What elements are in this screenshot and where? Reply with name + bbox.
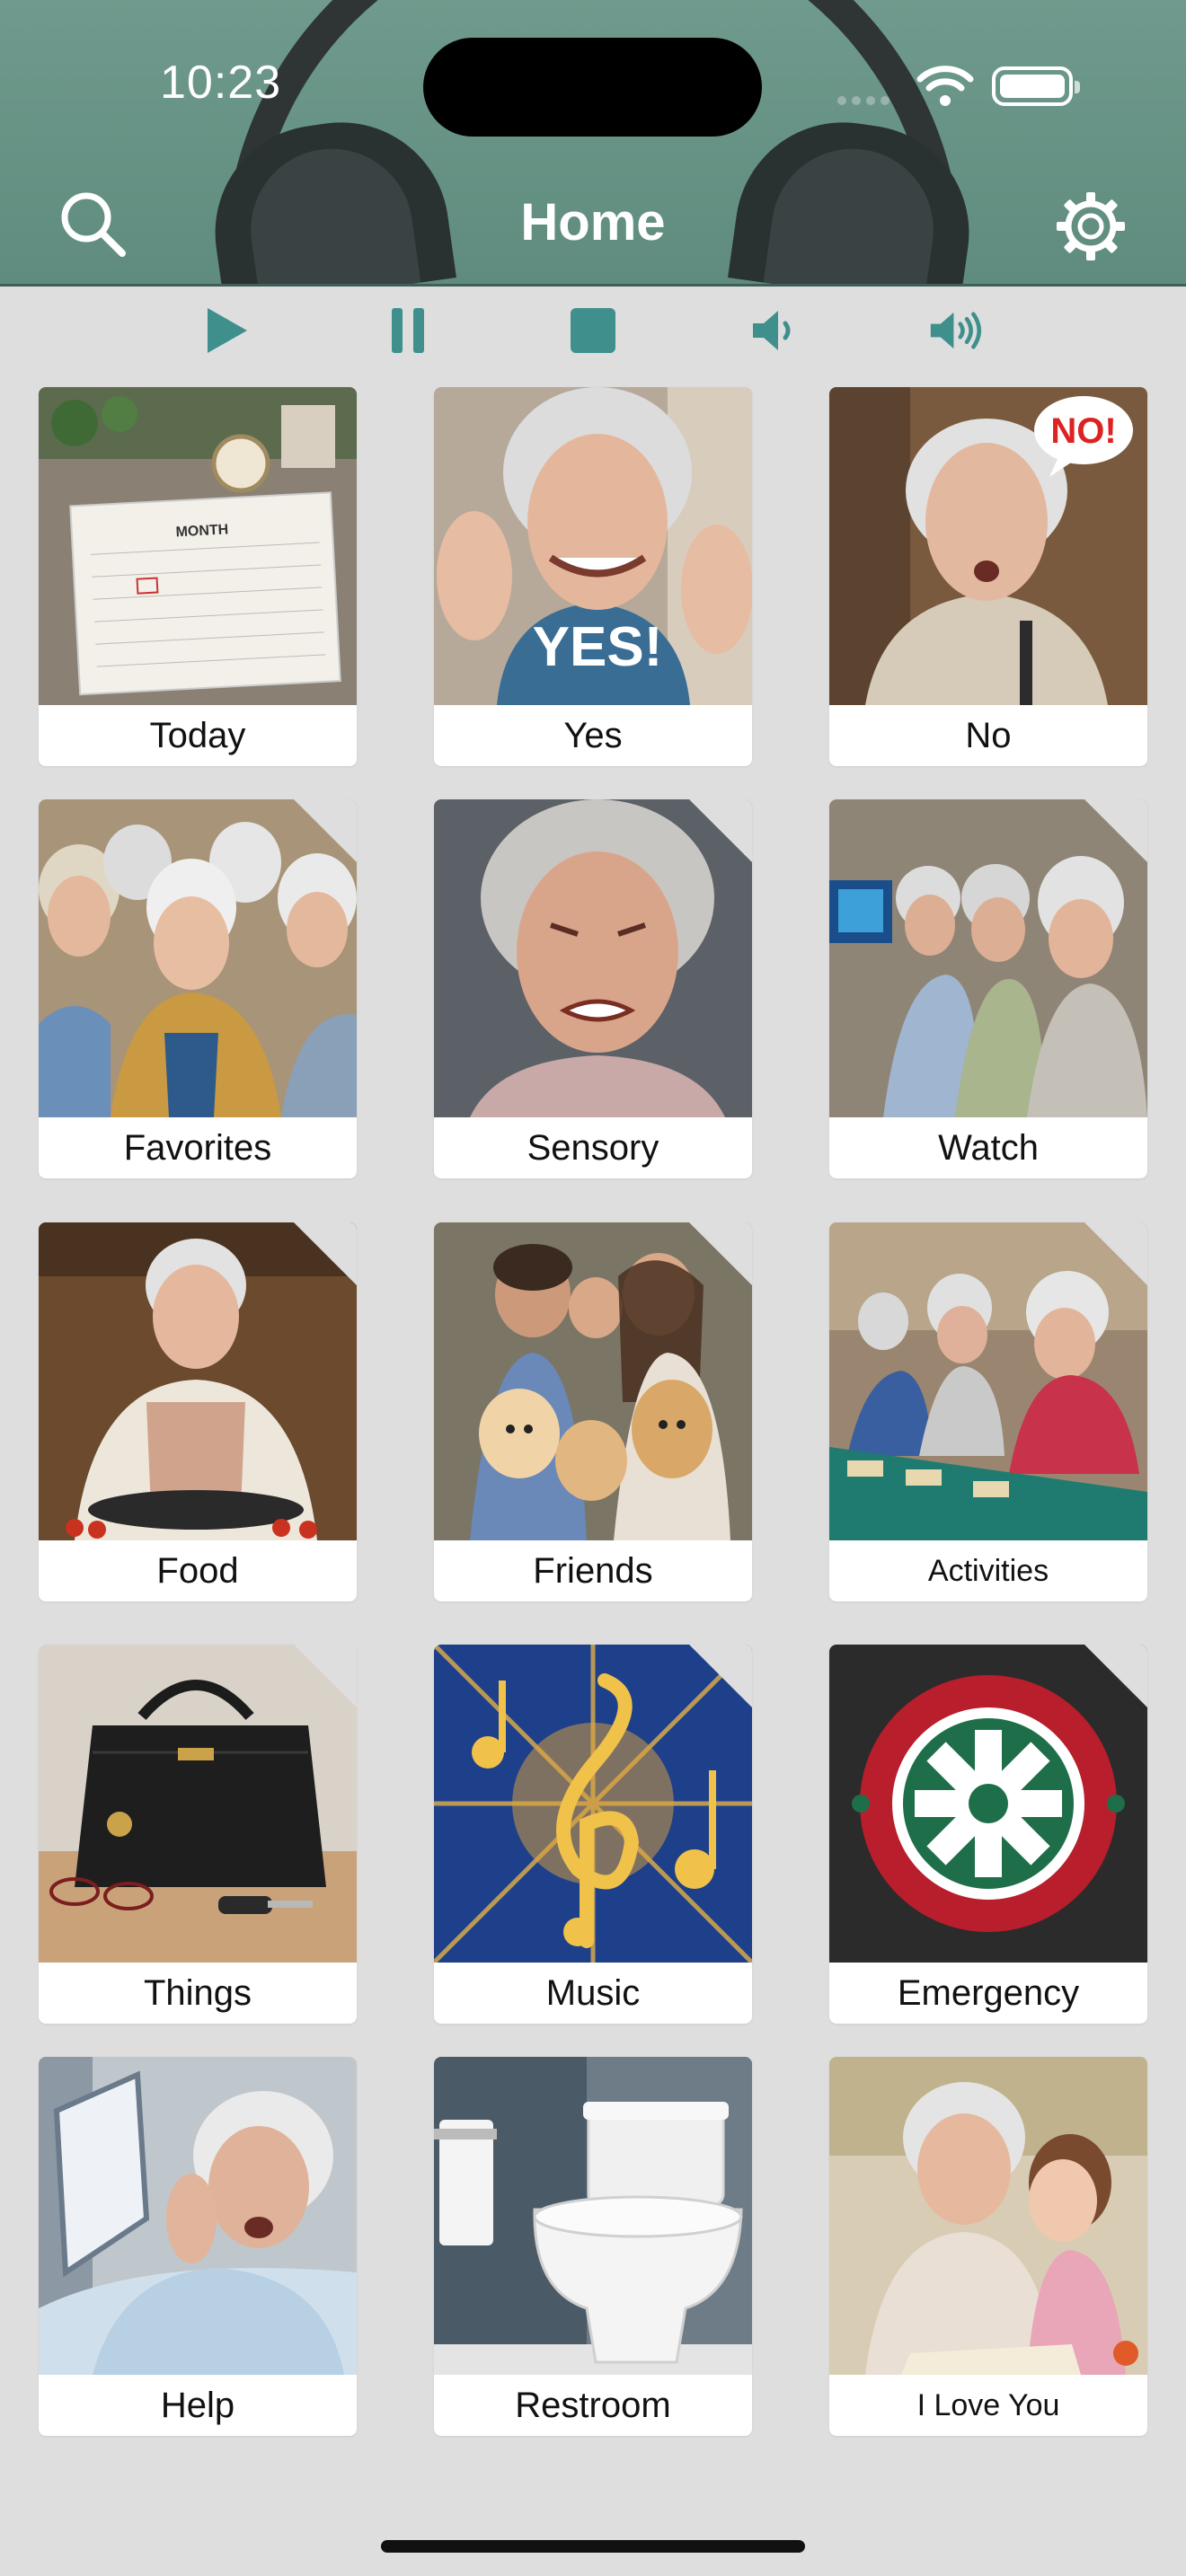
volume-down-button[interactable]	[748, 302, 805, 359]
pause-icon	[392, 308, 424, 353]
photo-restroom	[434, 2057, 752, 2375]
battery-icon	[992, 66, 1080, 106]
tile-favorites[interactable]: Favorites	[39, 799, 357, 1178]
tile-friends[interactable]: Friends	[434, 1222, 752, 1601]
cellular-signal-icon	[837, 93, 895, 110]
tile-label: Activities	[927, 1554, 1049, 1588]
stop-icon	[571, 308, 615, 353]
settings-button[interactable]	[1055, 190, 1127, 267]
tile-music[interactable]: Music	[434, 1645, 752, 2024]
wifi-icon	[916, 63, 974, 112]
tile-watch[interactable]: Watch	[829, 799, 1147, 1178]
tile-today[interactable]: MONTH Today	[39, 387, 357, 766]
tile-sensory[interactable]: Sensory	[434, 799, 752, 1178]
dynamic-island	[423, 38, 762, 137]
nav-header: 10:23 Home	[0, 0, 1186, 287]
photo-i-love-you	[829, 2057, 1147, 2375]
tile-label: Help	[160, 2386, 235, 2425]
tile-label: No	[965, 716, 1012, 755]
calendar-month-text: MONTH	[175, 522, 228, 540]
tile-i-love-you[interactable]: I Love You	[829, 2057, 1147, 2436]
play-icon	[208, 308, 247, 353]
tile-label: Food	[156, 1551, 239, 1591]
tile-label: Sensory	[527, 1128, 659, 1168]
status-time: 10:23	[160, 57, 282, 109]
tile-restroom[interactable]: Restroom	[434, 2057, 752, 2436]
tile-label: Favorites	[123, 1128, 272, 1168]
calendar-image: MONTH	[39, 387, 357, 705]
photo-sensory	[434, 799, 752, 1117]
photo-favorites	[39, 799, 357, 1117]
tile-things[interactable]: Things	[39, 1645, 357, 2024]
tile-emergency[interactable]: Emergency	[829, 1645, 1147, 2024]
photo-friends	[434, 1222, 752, 1540]
volume-down-icon	[753, 311, 791, 350]
photo-help	[39, 2057, 357, 2375]
tile-label: Things	[143, 1973, 252, 2013]
page-title: Home	[520, 193, 666, 251]
tile-food[interactable]: Food	[39, 1222, 357, 1601]
playback-toolbar	[0, 296, 1186, 363]
photo-activities	[829, 1222, 1147, 1540]
no-caption-text: NO!	[1050, 411, 1116, 451]
tile-help[interactable]: Help	[39, 2057, 357, 2436]
tile-label: Emergency	[897, 1973, 1080, 2013]
tile-no[interactable]: NO! No	[829, 387, 1147, 766]
stop-button[interactable]	[564, 302, 622, 359]
play-button[interactable]	[198, 302, 255, 359]
home-indicator[interactable]	[381, 2540, 805, 2553]
photo-things	[39, 1645, 357, 1963]
tile-label: Today	[149, 716, 246, 755]
photo-watch	[829, 799, 1147, 1117]
photo-food	[39, 1222, 357, 1540]
tile-label: Restroom	[515, 2386, 671, 2425]
photo-music	[434, 1645, 752, 1963]
photo-no: NO!	[829, 387, 1147, 705]
tile-label: Yes	[563, 716, 623, 755]
emergency-information-badge	[829, 1645, 1147, 1963]
pause-button[interactable]	[379, 302, 437, 359]
tile-label: I Love You	[916, 2388, 1060, 2422]
photo-yes: YES!	[434, 387, 752, 705]
gear-icon	[1055, 192, 1127, 266]
tile-label: Friends	[533, 1551, 653, 1591]
tile-yes[interactable]: YES! Yes	[434, 387, 752, 766]
tile-label: Watch	[938, 1128, 1039, 1168]
volume-up-button[interactable]	[929, 302, 987, 359]
volume-up-icon	[930, 312, 982, 349]
tile-activities[interactable]: Activities	[829, 1222, 1147, 1601]
tile-label: Music	[545, 1973, 641, 2013]
yes-caption-text: YES!	[533, 616, 663, 678]
